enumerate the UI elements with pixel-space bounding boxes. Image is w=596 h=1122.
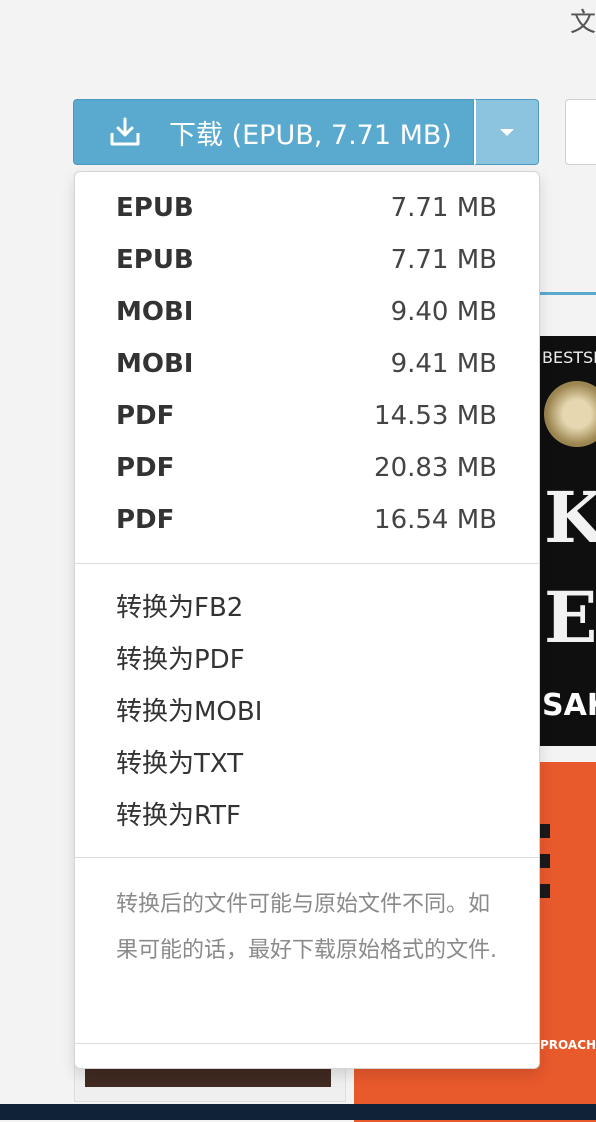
format-name: PDF	[116, 505, 175, 535]
format-name: PDF	[116, 453, 175, 483]
download-icon	[107, 114, 143, 150]
book-cover-bestseller[interactable]: BESTSELLE K EF SAK	[538, 336, 596, 746]
footer-strip	[0, 1104, 596, 1120]
format-name: MOBI	[116, 297, 194, 327]
convert-to-txt[interactable]: 转换为TXT	[75, 735, 539, 787]
format-item-epub-2[interactable]: EPUB 7.71 MB	[75, 234, 539, 286]
format-item-pdf-3[interactable]: PDF 16.54 MB	[75, 494, 539, 546]
format-size: 9.40 MB	[390, 297, 497, 327]
secondary-button[interactable]	[565, 99, 596, 165]
cover-text-ef: EF	[544, 576, 596, 659]
download-options-toggle[interactable]	[474, 99, 539, 165]
convert-to-fb2[interactable]: 转换为FB2	[75, 579, 539, 631]
format-item-pdf-2[interactable]: PDF 20.83 MB	[75, 442, 539, 494]
format-item-mobi-1[interactable]: MOBI 9.40 MB	[75, 286, 539, 338]
format-list: EPUB 7.71 MB EPUB 7.71 MB MOBI 9.40 MB M…	[75, 182, 539, 546]
format-size: 16.54 MB	[374, 505, 497, 535]
caret-down-icon	[500, 128, 514, 136]
format-size: 20.83 MB	[374, 453, 497, 483]
format-item-pdf-1[interactable]: PDF 14.53 MB	[75, 390, 539, 442]
menu-divider	[75, 1043, 539, 1044]
format-size: 7.71 MB	[390, 193, 497, 223]
convert-to-rtf[interactable]: 转换为RTF	[75, 787, 539, 839]
format-size: 14.53 MB	[374, 401, 497, 431]
cover-text-sak: SAK	[542, 688, 596, 723]
format-item-mobi-2[interactable]: MOBI 9.41 MB	[75, 338, 539, 390]
menu-divider	[75, 857, 539, 858]
cover-text-approach: PROACH	[540, 1038, 596, 1052]
download-dropdown-menu: EPUB 7.71 MB EPUB 7.71 MB MOBI 9.40 MB M…	[74, 171, 540, 1069]
download-button-group: 下载 (EPUB, 7.71 MB)	[73, 99, 541, 165]
convert-to-pdf[interactable]: 转换为PDF	[75, 631, 539, 683]
download-button-label: 下载 (EPUB, 7.71 MB)	[169, 119, 452, 151]
cover-text-bestseller: BESTSELLE	[542, 348, 596, 367]
convert-list: 转换为FB2 转换为PDF 转换为MOBI 转换为TXT 转换为RTF	[75, 579, 539, 839]
format-size: 9.41 MB	[390, 349, 497, 379]
language-label[interactable]: 文	[570, 2, 596, 39]
format-name: EPUB	[116, 245, 194, 275]
format-item-epub-1[interactable]: EPUB 7.71 MB	[75, 182, 539, 234]
format-name: MOBI	[116, 349, 194, 379]
format-size: 7.71 MB	[390, 245, 497, 275]
menu-divider	[75, 563, 539, 564]
download-button[interactable]: 下载 (EPUB, 7.71 MB)	[73, 99, 474, 165]
conversion-note: 转换后的文件可能与原始文件不同。如果可能的话，最好下载原始格式的文件.	[116, 892, 497, 963]
format-name: PDF	[116, 401, 175, 431]
cover-badge	[544, 381, 596, 447]
cover-text-k: K	[544, 476, 596, 559]
format-name: EPUB	[116, 193, 194, 223]
convert-to-mobi[interactable]: 转换为MOBI	[75, 683, 539, 735]
